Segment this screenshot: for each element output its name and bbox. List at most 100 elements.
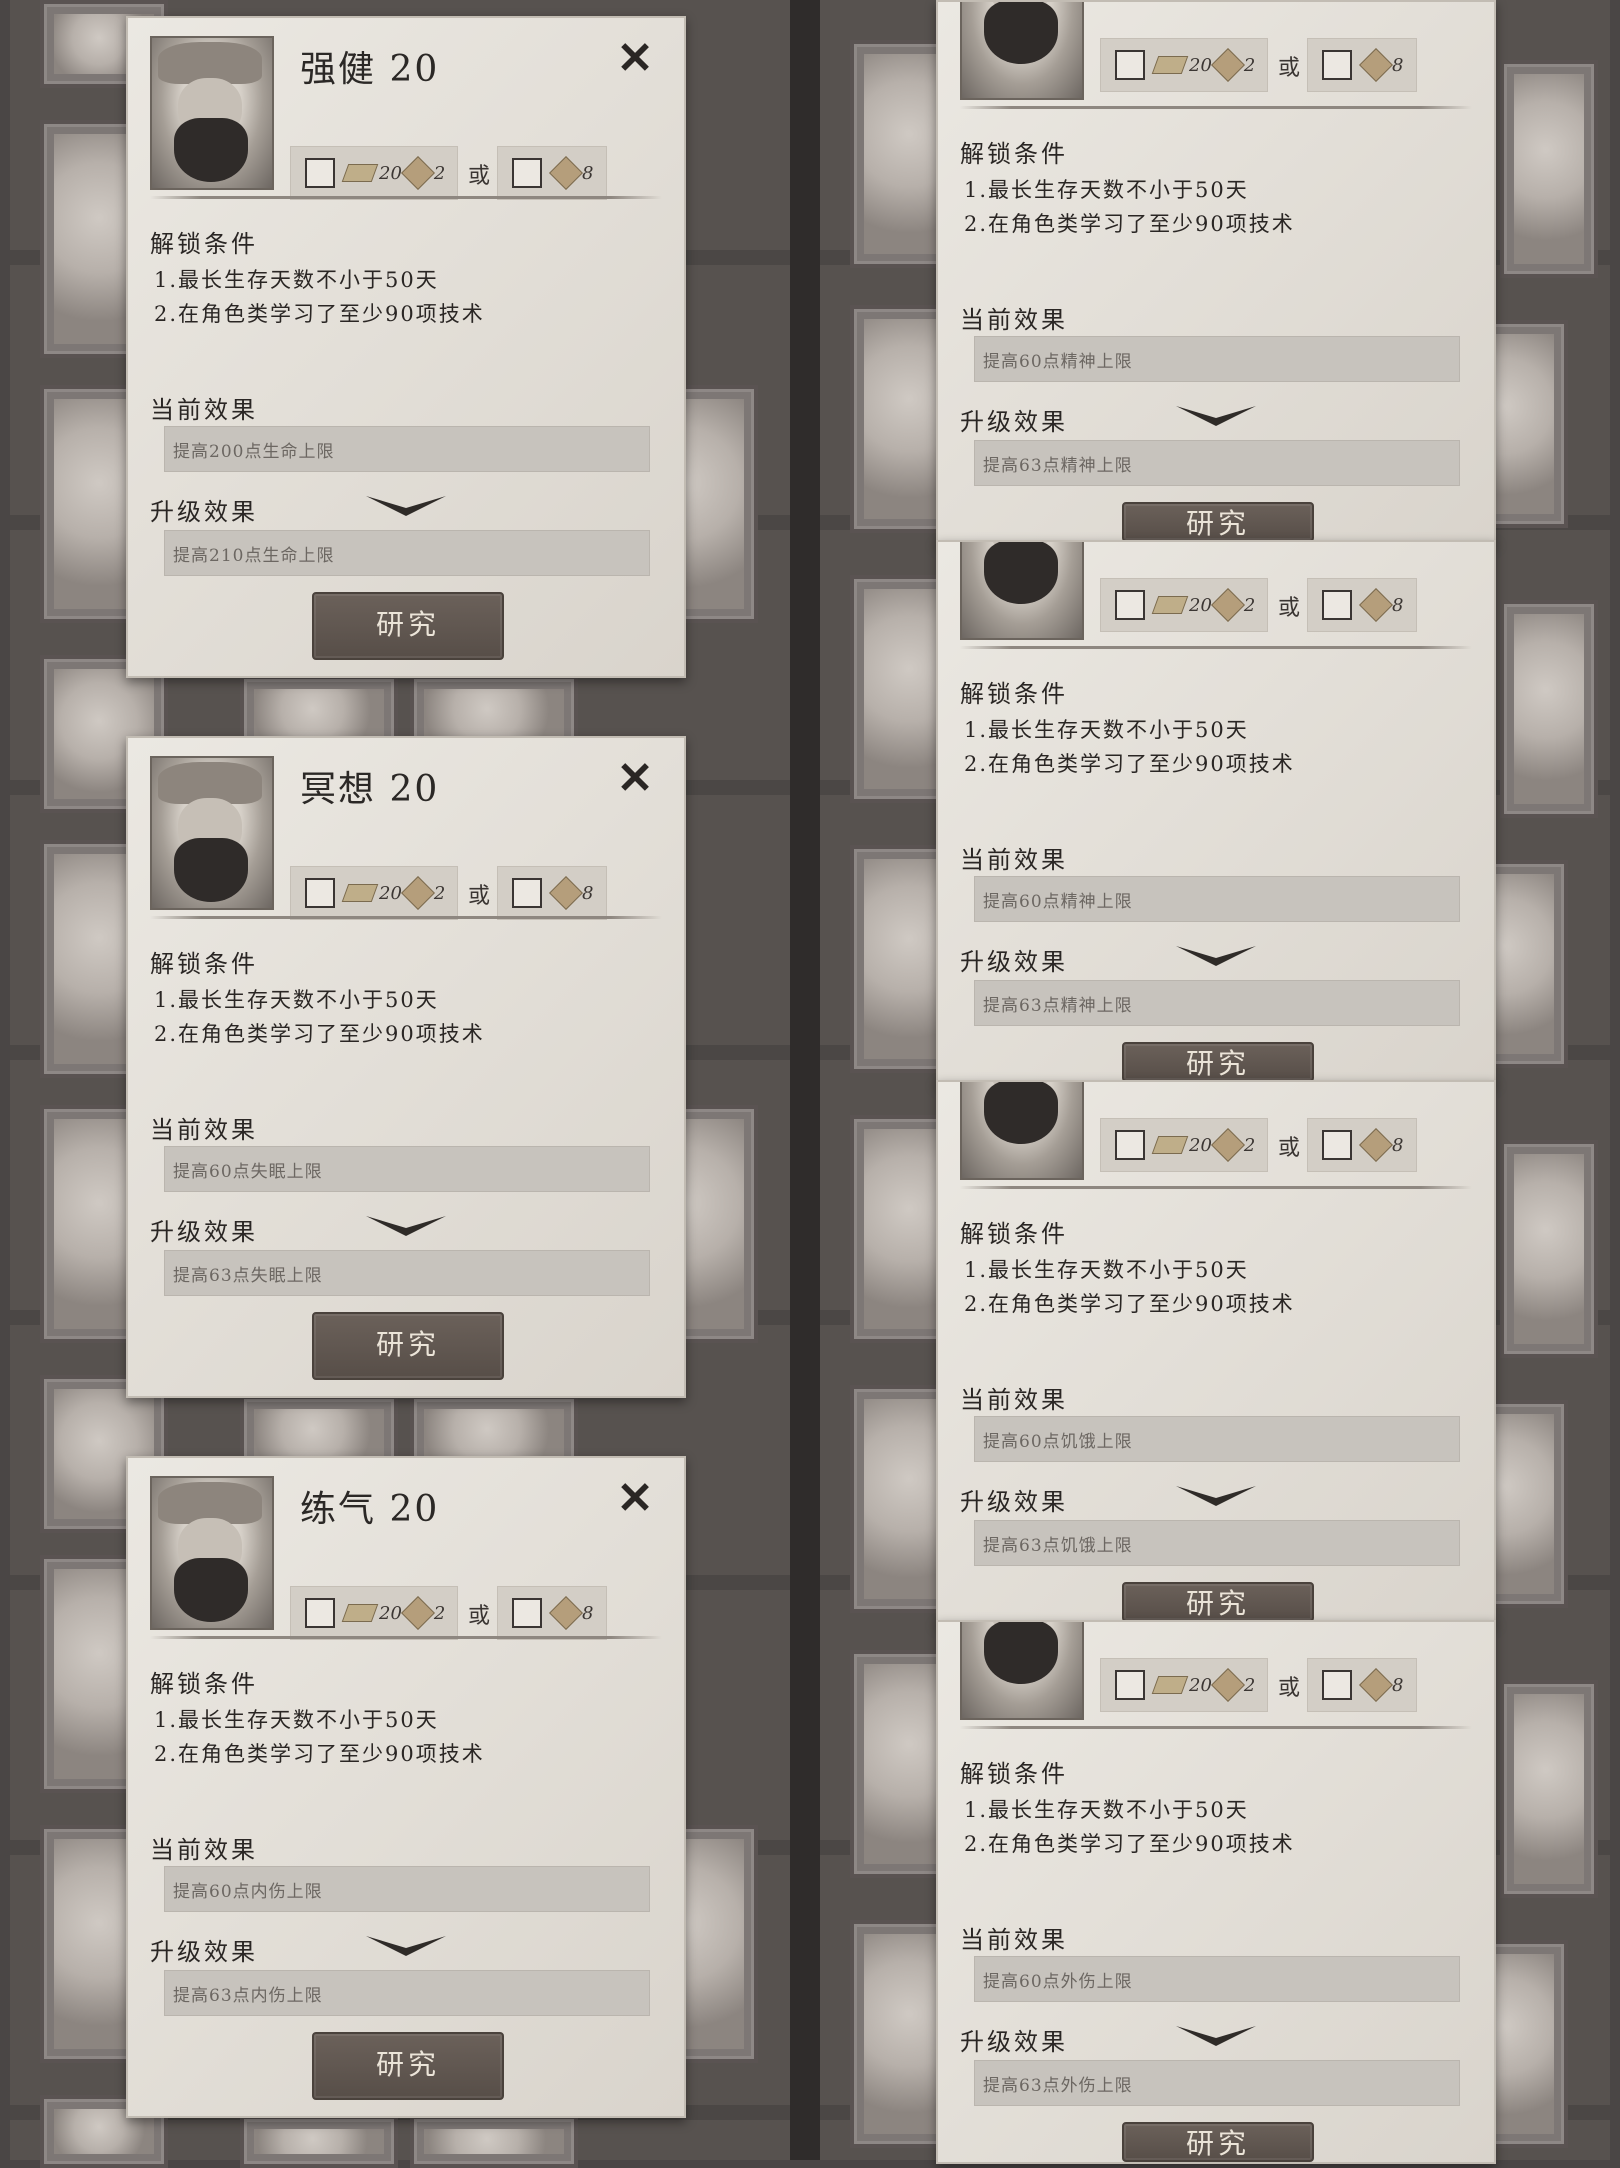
chevron-down-icon	[1176, 2026, 1256, 2046]
cost-checkbox[interactable]	[305, 158, 335, 188]
cost-checkbox[interactable]	[305, 878, 335, 908]
material-icon	[341, 1604, 379, 1622]
upgrade-effect-text: 提高63点精神上限	[983, 996, 1133, 1016]
unlock-heading: 解锁条件	[960, 1220, 1068, 1248]
cost-option-a[interactable]: 20 2	[1100, 1658, 1268, 1712]
popup-header: 强健 20 ✕ 20 2 或 8	[150, 36, 660, 200]
upgrade-effect-heading: 升级效果	[150, 498, 258, 526]
cost-option-a[interactable]: 20 2	[1100, 578, 1268, 632]
background-card	[1500, 1140, 1598, 1358]
condition-line: 2.在角色类学习了至少90项技术	[964, 1832, 1295, 1856]
current-effect-box: 提高60点精神上限	[974, 876, 1460, 922]
cost-checkbox[interactable]	[1115, 1130, 1145, 1160]
cost-option-b[interactable]: 8	[497, 866, 607, 920]
cost-option-b[interactable]: 8	[1307, 1658, 1417, 1712]
upgrade-effect-box: 提高63点精神上限	[974, 980, 1460, 1026]
cost-option-b[interactable]: 8	[1307, 38, 1417, 92]
cost-checkbox[interactable]	[1322, 1130, 1352, 1160]
cost-checkbox[interactable]	[1322, 50, 1352, 80]
cost-amount: 8	[1392, 54, 1404, 76]
cost-amount: 8	[1392, 1134, 1404, 1156]
cost-checkbox[interactable]	[1322, 590, 1352, 620]
or-label: 或	[468, 164, 491, 189]
cost-checkbox[interactable]	[512, 878, 542, 908]
cost-option-b[interactable]: 8	[497, 146, 607, 200]
skill-popup-partial: 20 2 或 8 解锁条件 1.最长生存天数不小于50天 2.在角色类学习了至少…	[936, 1080, 1496, 1624]
cost-option-a[interactable]: 20 2	[1100, 1118, 1268, 1172]
cost-amount: 2	[1243, 54, 1256, 76]
cost-checkbox[interactable]	[1115, 1670, 1145, 1700]
divider	[150, 1636, 662, 1639]
cost-option-a[interactable]: 20 2	[290, 866, 458, 920]
character-portrait	[960, 542, 1084, 640]
condition-line: 1.最长生存天数不小于50天	[154, 1708, 439, 1732]
cost-checkbox[interactable]	[512, 1598, 542, 1628]
cost-option-a[interactable]: 20 2	[290, 1586, 458, 1640]
upgrade-effect-box: 提高63点失眠上限	[164, 1250, 650, 1296]
cost-checkbox[interactable]	[305, 1598, 335, 1628]
cost-amount: 2	[1243, 594, 1256, 616]
close-icon[interactable]: ✕	[612, 756, 658, 802]
research-button[interactable]: 研究	[312, 1312, 504, 1380]
cost-amount: 2	[1243, 1674, 1256, 1696]
current-effect-heading: 当前效果	[960, 1386, 1068, 1414]
scroll-icon	[1210, 1668, 1245, 1702]
cost-amount: 2	[433, 162, 446, 184]
character-portrait	[150, 756, 274, 910]
or-label: 或	[1278, 596, 1301, 621]
popup-header: 冥想 20 ✕ 20 2 或 8	[150, 756, 660, 920]
unlock-heading: 解锁条件	[960, 140, 1068, 168]
divider	[960, 106, 1472, 109]
condition-line: 1.最长生存天数不小于50天	[154, 988, 439, 1012]
research-button[interactable]: 研究	[312, 2032, 504, 2100]
popup-header: 练气 20 ✕ 20 2 或 8	[150, 1476, 660, 1640]
cost-checkbox[interactable]	[1322, 1670, 1352, 1700]
cost-checkbox[interactable]	[1115, 50, 1145, 80]
current-effect-box: 提高60点内伤上限	[164, 1866, 650, 1912]
current-effect-heading: 当前效果	[960, 306, 1068, 334]
cost-checkbox[interactable]	[512, 158, 542, 188]
scroll-icon	[1359, 1668, 1393, 1702]
upgrade-effect-heading: 升级效果	[150, 1218, 258, 1246]
cost-amount: 8	[1392, 594, 1404, 616]
scroll-icon	[1210, 48, 1245, 82]
cost-checkbox[interactable]	[1115, 590, 1145, 620]
upgrade-effect-heading: 升级效果	[150, 1938, 258, 1966]
cost-amount: 8	[1392, 1674, 1404, 1696]
background-card	[1500, 60, 1598, 278]
scroll-icon	[400, 156, 435, 190]
cost-amount: 20	[379, 1602, 402, 1624]
cost-option-b[interactable]: 8	[1307, 1118, 1417, 1172]
research-button[interactable]: 研究	[1122, 2122, 1314, 2162]
close-icon[interactable]: ✕	[612, 1476, 658, 1522]
divider	[960, 1186, 1472, 1189]
material-icon	[1151, 1136, 1189, 1154]
current-effect-text: 提高60点饥饿上限	[983, 1432, 1133, 1452]
current-effect-heading: 当前效果	[150, 1116, 258, 1144]
research-button[interactable]: 研究	[1122, 1042, 1314, 1082]
cost-amount: 2	[1243, 1134, 1256, 1156]
close-icon[interactable]: ✕	[612, 36, 658, 82]
cost-option-a[interactable]: 20 2	[1100, 38, 1268, 92]
cost-option-a[interactable]: 20 2	[290, 146, 458, 200]
skill-popup-partial: 20 2 或 8 解锁条件 1.最长生存天数不小于50天 2.在角色类学习了至少…	[936, 1620, 1496, 2164]
condition-line: 1.最长生存天数不小于50天	[964, 1258, 1249, 1282]
current-effect-heading: 当前效果	[960, 846, 1068, 874]
upgrade-effect-box: 提高63点内伤上限	[164, 1970, 650, 2016]
research-button[interactable]: 研究	[1122, 502, 1314, 542]
cost-option-b[interactable]: 8	[1307, 578, 1417, 632]
unlock-heading: 解锁条件	[150, 950, 258, 978]
current-effect-heading: 当前效果	[150, 1836, 258, 1864]
chevron-down-icon	[1176, 946, 1256, 966]
upgrade-effect-box: 提高63点外伤上限	[974, 2060, 1460, 2106]
research-button[interactable]: 研究	[1122, 1582, 1314, 1622]
upgrade-effect-text: 提高63点内伤上限	[173, 1986, 323, 2006]
unlock-heading: 解锁条件	[960, 1760, 1068, 1788]
cost-option-b[interactable]: 8	[497, 1586, 607, 1640]
cost-amount: 2	[433, 1602, 446, 1624]
research-button[interactable]: 研究	[312, 592, 504, 660]
skill-title: 练气 20	[300, 1489, 440, 1530]
current-effect-text: 提高60点内伤上限	[173, 1882, 323, 1902]
scroll-icon	[400, 1596, 435, 1630]
upgrade-effect-box: 提高210点生命上限	[164, 530, 650, 576]
